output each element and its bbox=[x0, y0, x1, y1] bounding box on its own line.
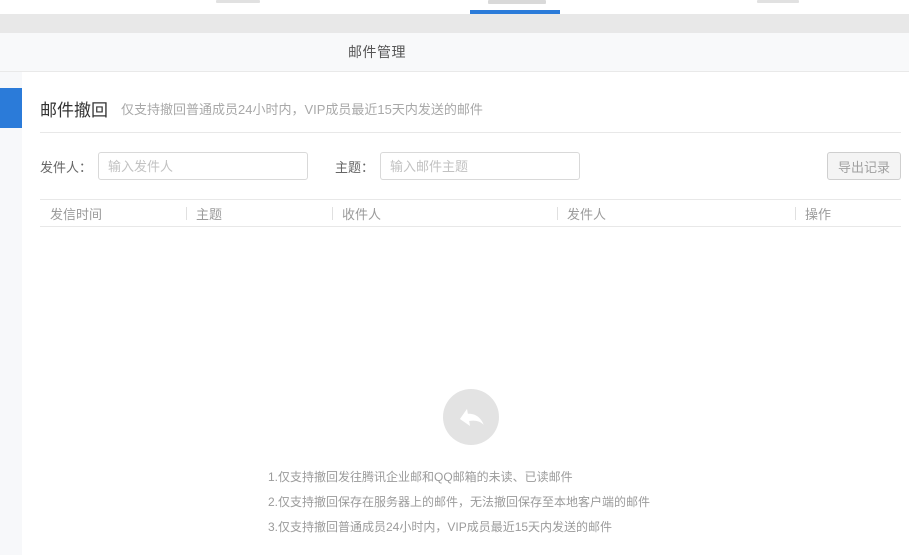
sidebar-active-indicator[interactable] bbox=[0, 88, 22, 128]
subject-label: 主题： bbox=[335, 157, 374, 176]
tip-line: 1.仅支持撤回发往腾讯企业邮和QQ邮箱的未读、已读邮件 bbox=[268, 465, 901, 490]
subject-input[interactable] bbox=[380, 152, 580, 180]
section-subtitle: 仅支持撤回普通成员24小时内，VIP成员最近15天内发送的邮件 bbox=[121, 99, 483, 118]
recall-tips: 1.仅支持撤回发往腾讯企业邮和QQ邮箱的未读、已读邮件 2.仅支持撤回保存在服务… bbox=[268, 465, 901, 540]
column-header-subject: 主题 bbox=[186, 200, 332, 226]
mail-admin-screen: 邮件管理 邮件撤回 仅支持撤回普通成员24小时内，VIP成员最近15天内发送的邮… bbox=[0, 0, 909, 555]
column-header-action: 操作 bbox=[795, 200, 901, 226]
column-header-sender: 发件人 bbox=[557, 200, 795, 226]
column-header-recipient: 收件人 bbox=[332, 200, 557, 226]
page-title: 邮件管理 bbox=[348, 33, 406, 71]
cutoff-tab-text bbox=[757, 0, 799, 3]
reply-arrow-icon bbox=[443, 389, 499, 445]
tip-line: 2.仅支持撤回保存在服务器上的邮件，无法撤回保存至本地客户端的邮件 bbox=[268, 490, 901, 515]
tip-line: 3.仅支持撤回普通成员24小时内，VIP成员最近15天内发送的邮件 bbox=[268, 515, 901, 540]
page-body: 邮件撤回 仅支持撤回普通成员24小时内，VIP成员最近15天内发送的邮件 发件人… bbox=[0, 72, 909, 555]
cutoff-tab-text bbox=[488, 0, 546, 4]
export-records-button[interactable]: 导出记录 bbox=[827, 152, 901, 180]
table-header-row: 发信时间 主题 收件人 发件人 操作 bbox=[40, 199, 901, 227]
section-header: 邮件撤回 仅支持撤回普通成员24小时内，VIP成员最近15天内发送的邮件 bbox=[40, 72, 901, 133]
section-title: 邮件撤回 bbox=[40, 96, 108, 121]
sender-label: 发件人： bbox=[40, 157, 92, 176]
active-tab-underline bbox=[470, 10, 560, 14]
column-header-send-time: 发信时间 bbox=[40, 200, 186, 226]
sender-input[interactable] bbox=[98, 152, 308, 180]
reply-arrow-glyph bbox=[453, 400, 488, 435]
top-tabbar bbox=[0, 0, 909, 14]
filter-row: 发件人： 主题： 导出记录 bbox=[40, 152, 901, 180]
empty-state: 1.仅支持撤回发往腾讯企业邮和QQ邮箱的未读、已读邮件 2.仅支持撤回保存在服务… bbox=[40, 389, 901, 540]
page-header: 邮件管理 bbox=[0, 33, 909, 72]
cutoff-tab-text bbox=[216, 0, 260, 3]
toolbar-band bbox=[0, 14, 909, 33]
main-content: 邮件撤回 仅支持撤回普通成员24小时内，VIP成员最近15天内发送的邮件 发件人… bbox=[22, 72, 909, 555]
left-sidebar-strip bbox=[0, 72, 22, 555]
